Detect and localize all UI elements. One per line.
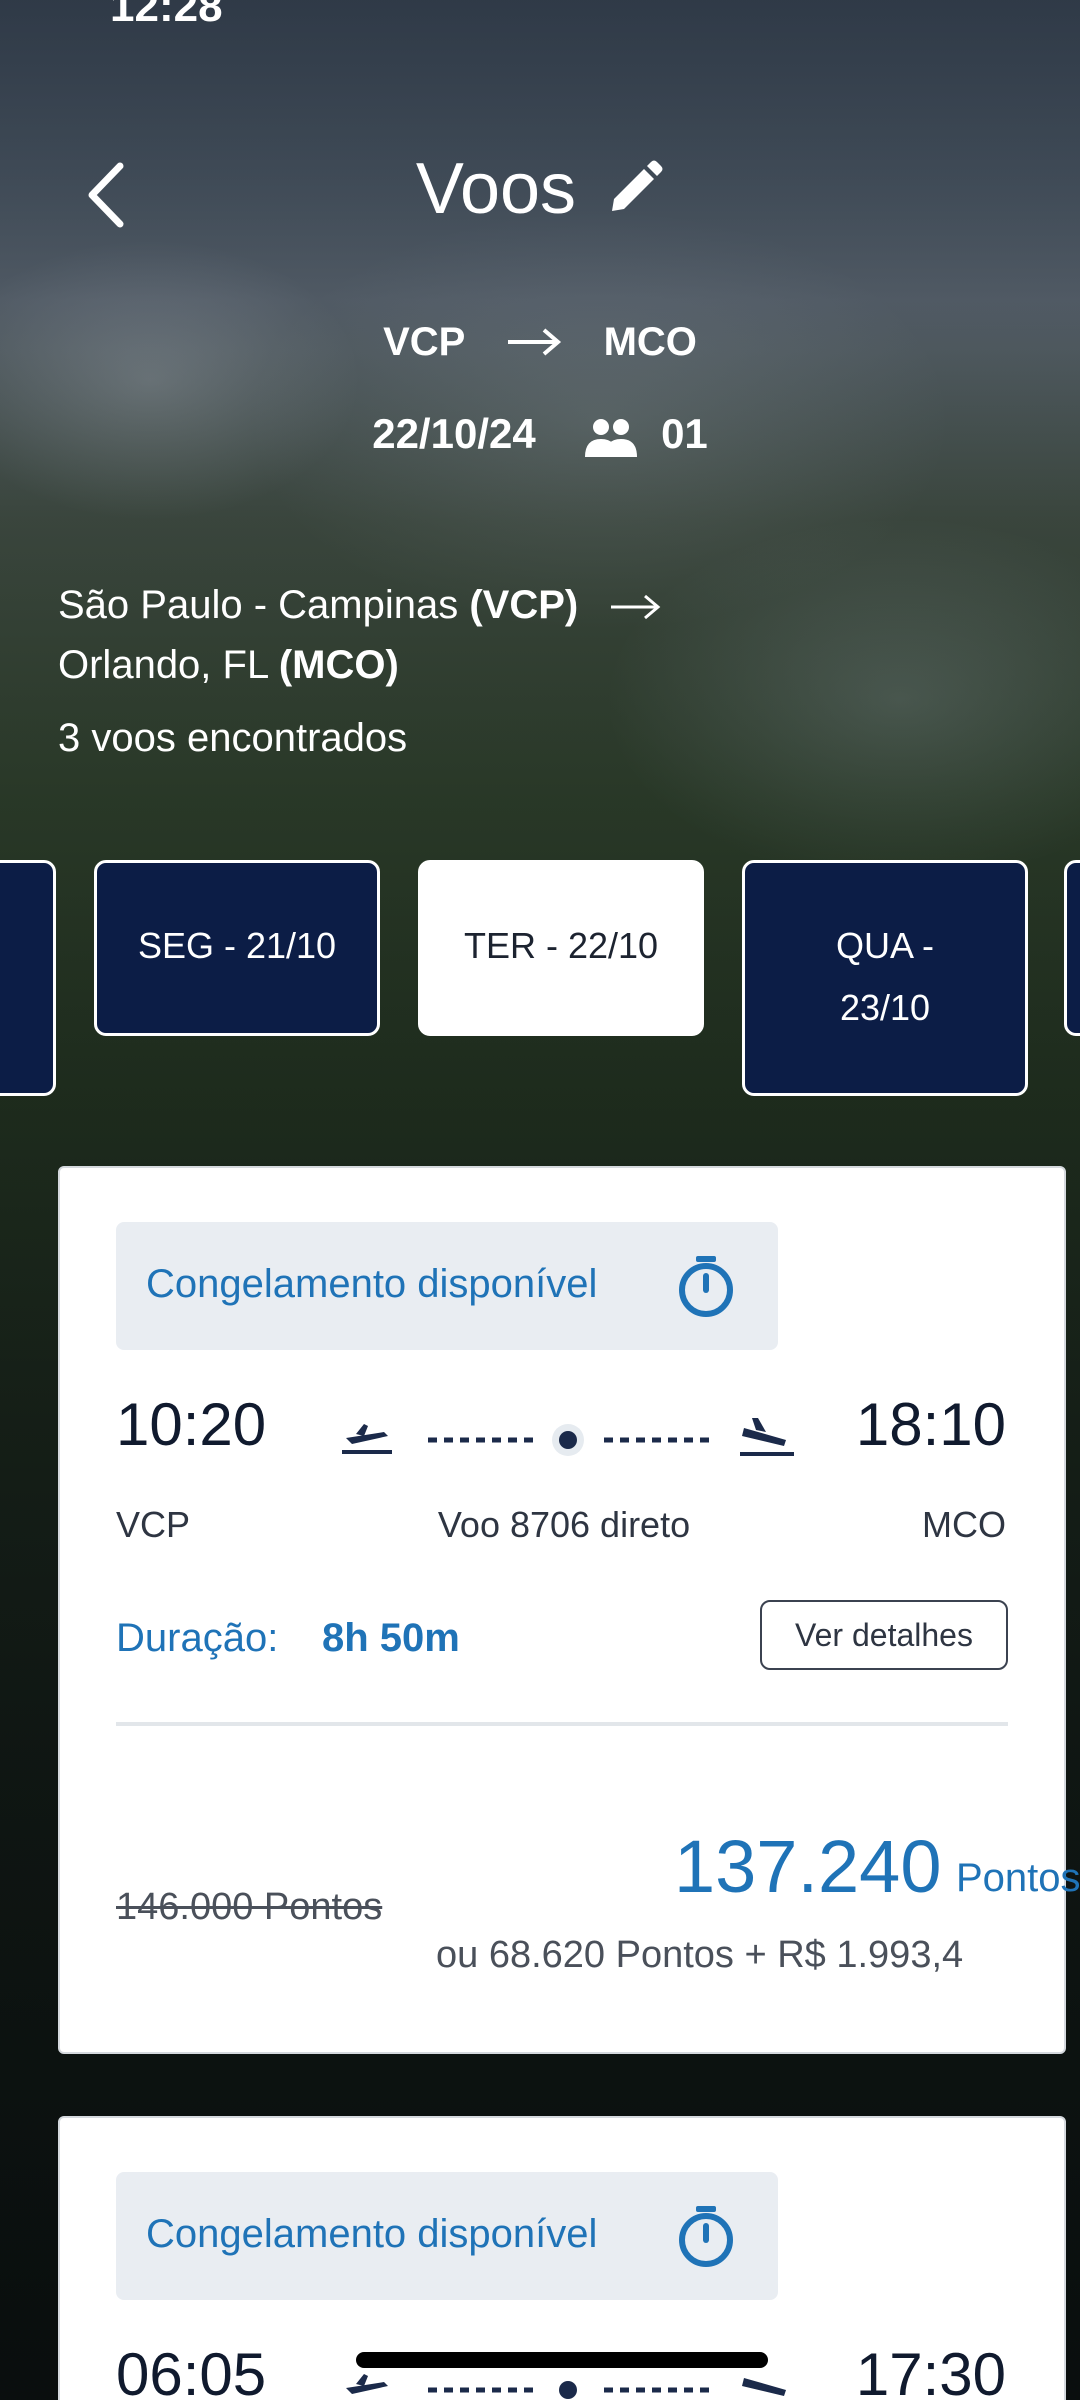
takeoff-icon (342, 1424, 392, 1454)
freeze-label: Congelamento disponível (146, 2212, 598, 2256)
destination-name: Orlando, FL (58, 643, 268, 687)
original-price: 146.000 Pontos (116, 1886, 383, 1928)
stopwatch-icon (679, 2206, 733, 2267)
date-tab-tue-selected[interactable]: TER - 22/10 (418, 860, 704, 1036)
date-tab-label: QUA - (835, 925, 934, 966)
flight-path (346, 2374, 786, 2399)
takeoff-icon (346, 2374, 388, 2394)
freeze-label: Congelamento disponível (146, 1262, 598, 1306)
date-tab-wed[interactable]: QUA - 23/10 (742, 860, 1028, 1096)
divider (116, 1722, 1008, 1726)
landing-icon (740, 1418, 794, 1456)
results-count: 3 voos encontrados (58, 716, 408, 760)
home-indicator[interactable] (356, 2352, 768, 2368)
details-button[interactable]: Ver detalhes (760, 1600, 1008, 1670)
destination-code-detail: (MCO) (278, 643, 399, 687)
origin-code-detail: (VCP) (469, 583, 579, 627)
status-icons (800, 0, 1040, 10)
date-tab-label: SEG - 21/10 (137, 925, 337, 966)
route-summary: VCP MCO (0, 318, 1080, 365)
flight-path (342, 1418, 794, 1456)
discounted-price: 137.240 (674, 1825, 942, 1908)
flight-card[interactable]: Congelamento disponível 10:20 18:10 VCP … (58, 1166, 1080, 2054)
price-unit: Pontos (956, 1856, 1080, 1900)
freeze-badge: Congelamento disponível (116, 2172, 778, 2300)
pencil-edit-icon[interactable] (604, 159, 664, 219)
status-time: 12:28 (110, 0, 223, 31)
date-tab-mon[interactable]: SEG - 21/10 (94, 860, 380, 1036)
date-tab-next[interactable] (1064, 860, 1080, 1036)
alternative-price: ou 68.620 Pontos + R$ 1.993,4 (436, 1934, 964, 1976)
arrival-code: MCO (922, 1504, 1006, 1545)
arrow-right-icon (508, 328, 562, 356)
destination-code: MCO (603, 319, 697, 364)
date-passengers-row: 22/10/24 01 (0, 410, 1080, 458)
duration-value: 8h 50m (322, 1616, 460, 1660)
departure-time: 10:20 (116, 1391, 267, 1458)
passengers-icon (585, 418, 638, 457)
arrow-right-icon (611, 595, 661, 620)
stopwatch-icon (679, 1256, 733, 1317)
page-title-row: Voos (0, 148, 1080, 230)
flight-number: Voo 8706 direto (437, 1504, 691, 1545)
passenger-count: 01 (661, 410, 708, 457)
page-title: Voos (415, 149, 577, 229)
arrival-time: 17:30 (855, 2341, 1006, 2400)
origin-name: São Paulo - Campinas (58, 583, 459, 627)
date-tab-previous[interactable] (0, 860, 56, 1096)
origin-code: VCP (383, 319, 466, 364)
date-tab-label: TER - 22/10 (463, 925, 659, 966)
direct-flight-dot (559, 1431, 577, 1449)
freeze-badge: Congelamento disponível (116, 1222, 778, 1350)
duration-label: Duração: (116, 1616, 279, 1660)
route-description: São Paulo - Campinas (VCP) Orlando, FL (… (58, 575, 758, 695)
departure-time: 06:05 (116, 2341, 267, 2400)
date-tab-label: 23/10 (839, 987, 931, 1028)
travel-date: 22/10/24 (372, 410, 536, 457)
landing-icon (742, 2378, 786, 2396)
arrival-time: 18:10 (855, 1391, 1006, 1458)
